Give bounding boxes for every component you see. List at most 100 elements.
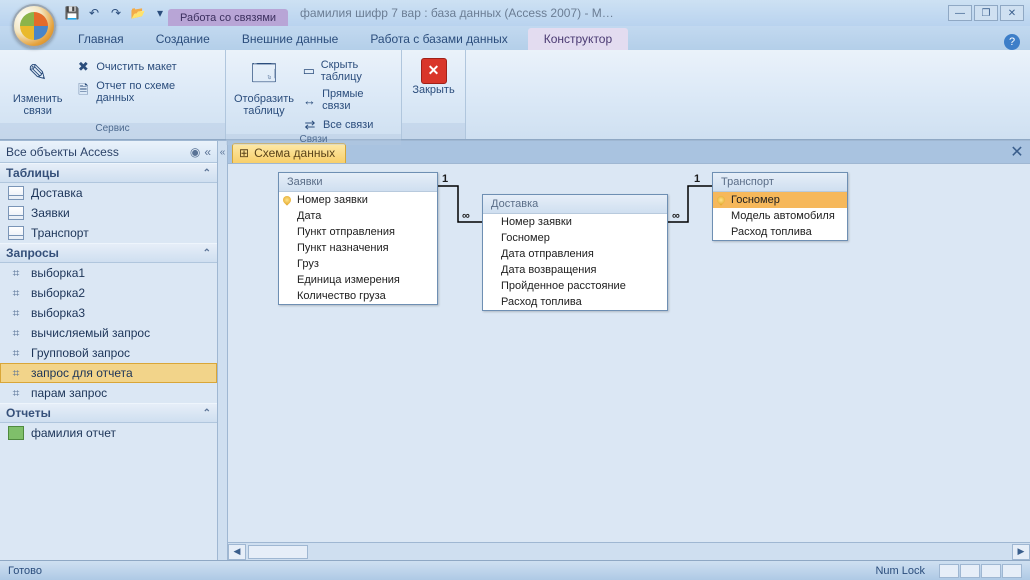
qat-customize-icon[interactable]: ▾: [152, 5, 168, 21]
show-table-label: Отобразить таблицу: [234, 93, 294, 117]
entity-zayavki[interactable]: Заявки Номер заявкиДатаПункт отправления…: [278, 172, 438, 305]
title-bar: 💾 ↶ ↷ 📂 ▾ Работа со связями фамилия шифр…: [0, 0, 1030, 26]
group-label-empty: [402, 123, 465, 139]
tab-database-tools[interactable]: Работа с базами данных: [354, 28, 523, 50]
quick-access-toolbar: 💾 ↶ ↷ 📂 ▾: [64, 5, 168, 21]
nav-pane-header[interactable]: Все объекты Access ◉«: [0, 141, 217, 163]
clear-layout-button[interactable]: ✖Очистить макет: [73, 58, 217, 76]
entity-field[interactable]: Груз: [279, 256, 437, 272]
nav-section-queries[interactable]: Запросы⌃: [0, 243, 217, 263]
nav-item-report[interactable]: фамилия отчет: [0, 423, 217, 443]
tab-home[interactable]: Главная: [62, 28, 140, 50]
nav-collapse-handle[interactable]: «: [218, 141, 228, 560]
restore-button[interactable]: ❐: [974, 5, 998, 21]
collapse-icon: ⌃: [203, 248, 211, 259]
close-label: Закрыть: [412, 84, 454, 96]
direct-relationships-button[interactable]: ↔Прямые связи: [300, 87, 393, 113]
relationships-canvas[interactable]: 1 ∞ ∞ 1 Заявки Номер заявкиДатаПункт отп…: [228, 163, 1030, 542]
entity-field[interactable]: Дата отправления: [483, 246, 667, 262]
show-table-button[interactable]: 🗔 Отобразить таблицу: [234, 54, 294, 134]
nav-section-reports[interactable]: Отчеты⌃: [0, 403, 217, 423]
entity-transport[interactable]: Транспорт ГосномерМодель автомобиляРасхо…: [712, 172, 848, 241]
scroll-right-button[interactable]: ▶: [1012, 544, 1030, 560]
nav-section-tables[interactable]: Таблицы⌃: [0, 163, 217, 183]
view-button-4[interactable]: [1002, 564, 1022, 578]
all-relationships-button[interactable]: ⇄Все связи: [300, 116, 393, 134]
view-button-3[interactable]: [981, 564, 1001, 578]
minimize-button[interactable]: —: [948, 5, 972, 21]
table-icon: [8, 206, 24, 220]
nav-item-query[interactable]: ⌗вычисляемый запрос: [0, 323, 217, 343]
svg-text:∞: ∞: [672, 210, 680, 222]
entity-field[interactable]: Пройденное расстояние: [483, 278, 667, 294]
query-icon: ⌗: [8, 326, 24, 340]
close-window-button[interactable]: ✕: [1000, 5, 1024, 21]
status-bar: Готово Num Lock: [0, 560, 1030, 580]
tab-create[interactable]: Создание: [140, 28, 226, 50]
save-icon[interactable]: 💾: [64, 5, 80, 21]
entity-field[interactable]: Госномер: [483, 230, 667, 246]
tab-design[interactable]: Конструктор: [528, 28, 628, 50]
relationship-report-button[interactable]: 🗎Отчет по схеме данных: [73, 79, 217, 105]
entity-field[interactable]: Расход топлива: [713, 224, 847, 240]
scroll-left-button[interactable]: ◀: [228, 544, 246, 560]
status-ready: Готово: [8, 565, 42, 577]
query-icon: ⌗: [8, 366, 24, 380]
entity-field[interactable]: Номер заявки: [483, 214, 667, 230]
view-buttons: [939, 564, 1022, 578]
horizontal-scrollbar[interactable]: ◀ ▶: [228, 542, 1030, 560]
entity-field[interactable]: Расход топлива: [483, 294, 667, 310]
navigation-pane: Все объекты Access ◉« Таблицы⌃ ДоставкаЗ…: [0, 141, 218, 560]
show-table-icon: 🗔: [248, 58, 280, 90]
nav-item-query[interactable]: ⌗выборка3: [0, 303, 217, 323]
entity-dostavka[interactable]: Доставка Номер заявкиГосномерДата отправ…: [482, 194, 668, 311]
entity-field[interactable]: Номер заявки: [279, 192, 437, 208]
nav-item-table[interactable]: Заявки: [0, 203, 217, 223]
nav-filter-icon[interactable]: ◉: [190, 145, 200, 159]
office-button[interactable]: [12, 4, 56, 48]
ribbon: ✎ Изменить связи ✖Очистить макет 🗎Отчет …: [0, 50, 1030, 140]
collapse-icon: ⌃: [203, 408, 211, 419]
all-relationships-icon: ⇄: [302, 117, 318, 133]
entity-field[interactable]: Единица измерения: [279, 272, 437, 288]
entity-field[interactable]: Дата возвращения: [483, 262, 667, 278]
query-icon: ⌗: [8, 386, 24, 400]
entity-field[interactable]: Дата: [279, 208, 437, 224]
nav-item-query[interactable]: ⌗запрос для отчета: [0, 363, 217, 383]
hide-table-button[interactable]: ▭Скрыть таблицу: [300, 58, 393, 84]
svg-text:1: 1: [442, 173, 448, 185]
group-label-relationships: Связи: [226, 134, 401, 145]
chevron-down-icon[interactable]: «: [204, 145, 211, 159]
open-folder-icon[interactable]: 📂: [130, 5, 146, 21]
scroll-thumb[interactable]: [248, 545, 308, 559]
nav-item-query[interactable]: ⌗выборка1: [0, 263, 217, 283]
edit-relationships-button[interactable]: ✎ Изменить связи: [8, 54, 67, 123]
nav-item-table[interactable]: Доставка: [0, 183, 217, 203]
tab-external-data[interactable]: Внешние данные: [226, 28, 355, 50]
group-label-tools: Сервис: [0, 123, 225, 139]
document-close-button[interactable]: ✕: [1008, 143, 1026, 161]
help-icon[interactable]: ?: [1004, 34, 1020, 50]
svg-text:1: 1: [694, 173, 700, 185]
entity-title: Доставка: [483, 195, 667, 214]
view-button-1[interactable]: [939, 564, 959, 578]
entity-field[interactable]: Пункт отправления: [279, 224, 437, 240]
collapse-icon: ⌃: [203, 168, 211, 179]
undo-icon[interactable]: ↶: [86, 5, 102, 21]
nav-item-query[interactable]: ⌗выборка2: [0, 283, 217, 303]
entity-field[interactable]: Модель автомобиля: [713, 208, 847, 224]
nav-item-query[interactable]: ⌗Групповой запрос: [0, 343, 217, 363]
redo-icon[interactable]: ↷: [108, 5, 124, 21]
nav-item-table[interactable]: Транспорт: [0, 223, 217, 243]
doc-tab-relationships[interactable]: ⊞ Схема данных: [232, 143, 346, 163]
entity-field[interactable]: Пункт назначения: [279, 240, 437, 256]
relationships-icon: ⊞: [239, 146, 249, 160]
entity-field[interactable]: Количество груза: [279, 288, 437, 304]
view-button-2[interactable]: [960, 564, 980, 578]
query-icon: ⌗: [8, 346, 24, 360]
entity-field[interactable]: Госномер: [713, 192, 847, 208]
query-icon: ⌗: [8, 266, 24, 280]
close-design-button[interactable]: ✕ Закрыть: [410, 54, 457, 123]
status-numlock: Num Lock: [875, 565, 925, 577]
nav-item-query[interactable]: ⌗парам запрос: [0, 383, 217, 403]
